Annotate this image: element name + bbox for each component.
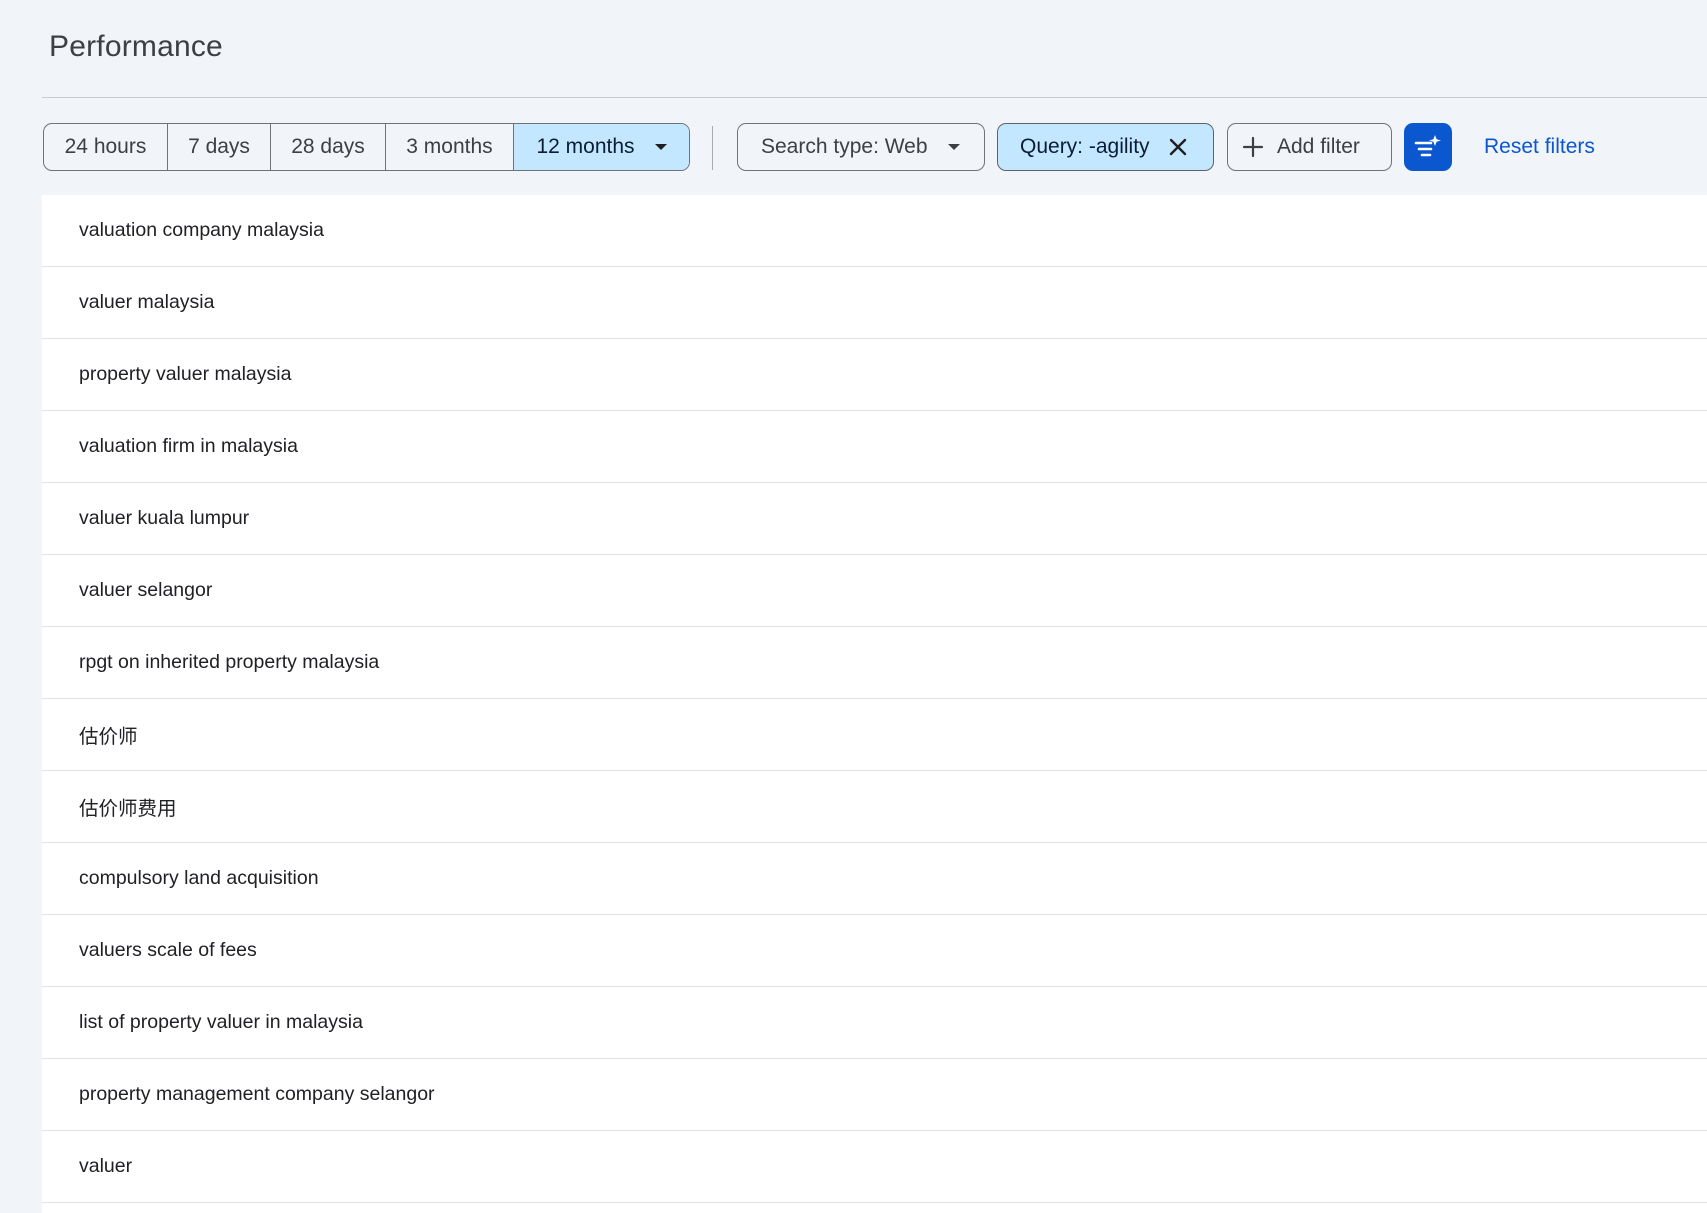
table-row[interactable]: compulsory land acquisition (42, 843, 1707, 915)
date-range-12-months[interactable]: 12 months (514, 124, 689, 170)
filter-sparkle-button[interactable] (1404, 123, 1452, 171)
table-row[interactable]: valuation firm in malaysia (42, 411, 1707, 483)
filter-divider (712, 126, 713, 170)
reset-filters-link[interactable]: Reset filters (1484, 135, 1595, 159)
table-row[interactable]: valuer selangor (42, 555, 1707, 627)
close-icon[interactable] (1168, 137, 1188, 157)
table-row[interactable]: 估价师 (42, 699, 1707, 771)
plus-icon (1242, 136, 1264, 158)
date-range-7-days[interactable]: 7 days (168, 124, 271, 170)
page-title: Performance (49, 30, 223, 63)
date-range-28-days[interactable]: 28 days (271, 124, 386, 170)
chevron-down-icon (654, 144, 667, 150)
add-filter-button[interactable]: Add filter (1227, 123, 1392, 171)
query-filter-chip[interactable]: Query: -agility (997, 123, 1214, 171)
table-row[interactable]: valuer kuala lumpur (42, 483, 1707, 555)
table-row[interactable]: property valuer malaysia (42, 339, 1707, 411)
date-range-24-hours[interactable]: 24 hours (44, 124, 168, 170)
query-filter-label: Query: -agility (1020, 135, 1150, 158)
table-row[interactable]: valuer malaysia (42, 267, 1707, 339)
filter-sparkle-icon (1414, 134, 1442, 160)
table-row[interactable]: rpgt on inherited property malaysia (42, 627, 1707, 699)
table-row[interactable]: 估价师费用 (42, 771, 1707, 843)
table-row[interactable]: valuer (42, 1131, 1707, 1203)
table-row[interactable]: property management company selangor (42, 1059, 1707, 1131)
search-type-label: Search type: Web (761, 135, 928, 158)
table-row[interactable]: valuation company malaysia (42, 195, 1707, 267)
date-range-selector: 24 hours 7 days 28 days 3 months 12 mont… (43, 123, 690, 171)
search-type-dropdown[interactable]: Search type: Web (737, 123, 985, 171)
table-row[interactable]: valuers scale of fees (42, 915, 1707, 987)
filter-bar: 24 hours 7 days 28 days 3 months 12 mont… (43, 123, 1707, 171)
add-filter-label: Add filter (1277, 135, 1360, 158)
header-divider (42, 97, 1707, 98)
table-row[interactable]: list of property valuer in malaysia (42, 987, 1707, 1059)
date-range-12-months-label: 12 months (536, 135, 635, 158)
date-range-3-months[interactable]: 3 months (386, 124, 514, 170)
query-list: valuation company malaysia valuer malays… (42, 195, 1707, 1213)
chevron-down-icon (947, 144, 960, 150)
